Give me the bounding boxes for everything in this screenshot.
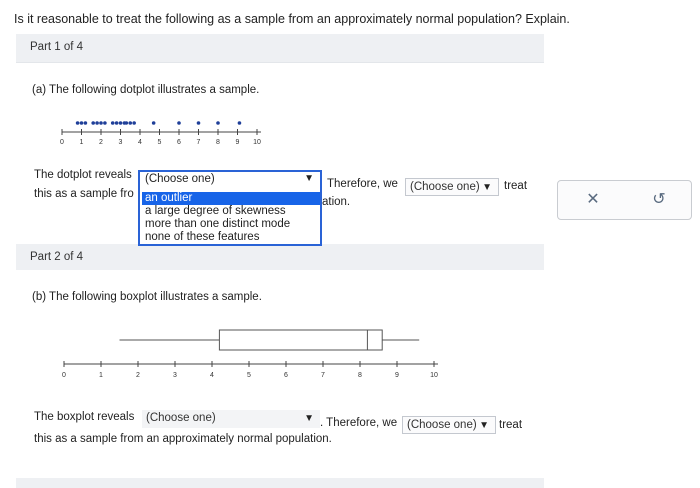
part1-sentence-line2: this as a sample fro xyxy=(34,188,134,200)
dotplot-tick-label: 4 xyxy=(138,139,142,146)
boxplot-tick-label: 9 xyxy=(395,372,399,379)
boxplot-tick-label: 7 xyxy=(321,372,325,379)
dropdown-option[interactable]: more than one distinct mode xyxy=(142,218,320,231)
dotplot-point xyxy=(83,121,88,125)
part2-line2: this as a sample from an approximately n… xyxy=(34,433,332,445)
part2-panel: Part 2 of 4 xyxy=(16,244,544,270)
boxplot-tick-label: 5 xyxy=(247,372,251,379)
part2-header: Part 2 of 4 xyxy=(30,251,84,263)
dotplot-point xyxy=(95,121,99,125)
part1-prompt: (a) The following dotplot illustrates a … xyxy=(32,84,260,96)
boxplot-tick-label: 3 xyxy=(173,372,177,379)
part2-treat-select-value: (Choose one) xyxy=(407,419,477,431)
dropdown-arrow-icon: ▼ xyxy=(482,182,492,193)
next-part-panel xyxy=(16,478,544,488)
dotplot-tick-label: 1 xyxy=(80,139,84,146)
part2-treat: treat xyxy=(499,419,523,431)
part2-therefore: . Therefore, we xyxy=(320,417,398,429)
boxplot-tick-label: 1 xyxy=(99,372,103,379)
reveal-dropdown-options: an outlier a large degree of skewness more… xyxy=(142,192,320,244)
dotplot-point xyxy=(237,121,242,125)
boxplot-box xyxy=(218,329,383,351)
part1-header: Part 1 of 4 xyxy=(30,41,84,53)
boxplot-tick-label: 0 xyxy=(62,372,66,379)
part1-ation: ation. xyxy=(322,196,351,208)
clear-button[interactable]: ✕ xyxy=(582,189,604,209)
dotplot-tick-label: 5 xyxy=(158,139,162,146)
reveal-dropdown[interactable]: (Choose one) ▼ an outlier a large degree … xyxy=(138,170,322,246)
dotplot-point xyxy=(110,121,115,125)
dotplot-tick-label: 2 xyxy=(99,139,103,146)
undo-button[interactable]: ↺ xyxy=(648,189,670,209)
dropdown-option[interactable]: none of these features xyxy=(142,231,320,244)
dotplot-point xyxy=(91,121,95,125)
dotplot-point xyxy=(99,121,103,125)
dotplot-point xyxy=(196,121,201,125)
dotplot-point xyxy=(75,121,80,125)
dropdown-arrow-icon: ▼ xyxy=(479,420,489,431)
dotplot: 0 1 2 3 4 5 6 7 8 9 10 xyxy=(60,121,261,146)
dotplot-point xyxy=(114,121,119,125)
boxplot: 0 1 2 3 4 5 6 7 8 9 10 xyxy=(62,329,438,379)
dotplot-point xyxy=(103,121,107,125)
dropdown-option[interactable]: an outlier xyxy=(142,192,320,205)
boxplot-tick-label: 4 xyxy=(210,372,214,379)
boxplot-tick-label: 6 xyxy=(284,372,288,379)
question-text: Is it reasonable to treat the following … xyxy=(14,12,570,26)
dropdown-arrow-icon: ▼ xyxy=(304,413,314,424)
boxplot-tick-label: 8 xyxy=(358,372,362,379)
dropdown-option[interactable]: a large degree of skewness xyxy=(142,205,320,218)
part2-reveal-select[interactable]: (Choose one) ▼ xyxy=(142,410,320,428)
boxplot-tick-label: 2 xyxy=(136,372,140,379)
part1-treat-select[interactable]: (Choose one) ▼ xyxy=(405,178,499,196)
dropdown-arrow-icon: ▼ xyxy=(304,173,314,184)
dotplot-tick-label: 3 xyxy=(119,139,123,146)
dotplot-tick-label: 7 xyxy=(197,139,201,146)
dotplot-tick-label: 0 xyxy=(60,139,64,146)
dotplot-point xyxy=(128,121,133,125)
dotplot-point xyxy=(118,121,123,125)
part2-sentence: The boxplot reveals xyxy=(34,411,135,423)
part1-panel: Part 1 of 4 xyxy=(16,34,544,62)
part1-treat: treat xyxy=(504,180,528,192)
part1-therefore: Therefore, we xyxy=(327,178,398,190)
part1-treat-select-value: (Choose one) xyxy=(410,181,480,193)
dotplot-point xyxy=(177,121,181,125)
part2-treat-select[interactable]: (Choose one) ▼ xyxy=(402,416,496,434)
reveal-dropdown-value: (Choose one) xyxy=(145,173,215,185)
divider xyxy=(16,62,544,63)
dotplot-tick-label: 8 xyxy=(216,139,220,146)
dotplot-tick-label: 10 xyxy=(253,139,261,146)
dotplot-point xyxy=(124,121,129,125)
boxplot-tick-label: 10 xyxy=(430,372,438,379)
answer-actions: ✕ ↺ xyxy=(557,180,692,220)
dotplot-tick-label: 9 xyxy=(236,139,240,146)
dotplot-point xyxy=(79,121,84,125)
dotplot-point xyxy=(151,121,156,125)
reveal-dropdown-current[interactable]: (Choose one) ▼ xyxy=(140,172,320,190)
dotplot-point xyxy=(132,121,136,125)
dotplot-tick-label: 6 xyxy=(177,139,181,146)
part1-sentence-start: The dotplot reveals xyxy=(34,169,132,181)
dotplot-point xyxy=(216,121,220,125)
part2-reveal-select-value: (Choose one) xyxy=(146,412,216,424)
part2-prompt: (b) The following boxplot illustrates a … xyxy=(32,291,262,303)
